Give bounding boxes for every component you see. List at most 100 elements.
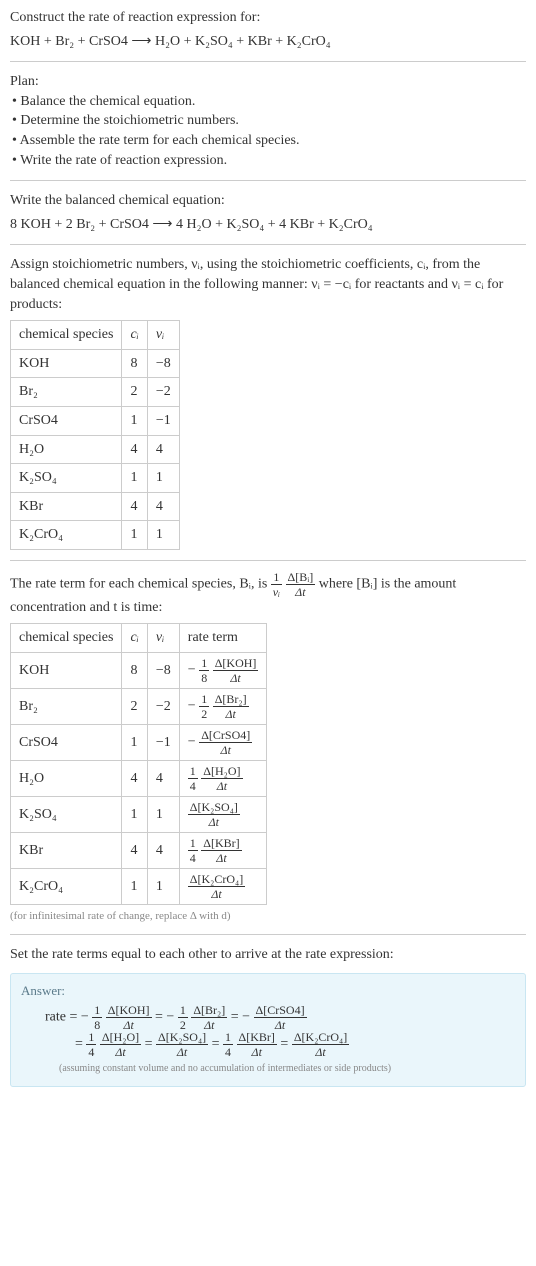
sign: − [188, 735, 196, 750]
cell-ci: 1 [122, 406, 147, 435]
rate-expression-line2: = 14 Δ[H₂O]Δt = Δ[K₂SO₄]Δt = 14 Δ[KBr]Δt… [75, 1031, 515, 1058]
cell-ci: 8 [122, 349, 147, 378]
cell-species: K₂CrO₄ [11, 521, 122, 550]
table-row: CrSO41−1 [11, 406, 180, 435]
frac-num: Δ[Bᵢ] [286, 571, 316, 585]
eq-sign: = [155, 1010, 166, 1025]
frac-den: 8 [199, 671, 209, 684]
frac-den: Δt [156, 1045, 208, 1058]
frac-num: Δ[KOH] [106, 1004, 152, 1018]
plan-heading: Plan: [10, 72, 526, 92]
cell-rate: Δ[K₂SO₄]Δt [179, 797, 267, 833]
balanced-equation: 8 KOH + 2 Br₂ + CrSO4 ⟶ 4 H₂O + K₂SO₄ + … [10, 215, 526, 235]
coef-frac: 14 [223, 1031, 233, 1058]
answer-box: Answer: rate = − 18 Δ[KOH]Δt = − 12 Δ[Br… [10, 973, 526, 1087]
plan-item: • Assemble the rate term for each chemic… [12, 131, 526, 151]
frac-num: 1 [223, 1031, 233, 1045]
frac-num: 1 [188, 765, 198, 779]
frac-num: Δ[KBr] [201, 837, 241, 851]
frac-den: 2 [199, 707, 209, 720]
cell-ci: 8 [122, 653, 147, 689]
cell-ci: 1 [122, 464, 147, 493]
table-row: Br₂ 2 −2 − 12 Δ[Br₂]Δt [11, 689, 267, 725]
delta-frac: Δ[H₂O]Δt [100, 1031, 141, 1058]
eq-sign: = [145, 1037, 156, 1052]
table-row: CrSO4 1 −1 − Δ[CrSO4]Δt [11, 725, 267, 761]
col-species: chemical species [11, 624, 122, 653]
cell-vi: −2 [147, 378, 179, 407]
delta-frac: Δ[Br₂]Δt [191, 1004, 227, 1031]
unbalanced-equation: KOH + Br₂ + CrSO4 ⟶ H₂O + K₂SO₄ + KBr + … [10, 32, 526, 52]
cell-ci: 1 [122, 797, 147, 833]
frac-num: Δ[Br₂] [213, 693, 249, 707]
frac-num: Δ[Br₂] [191, 1004, 227, 1018]
frac-num: Δ[KBr] [237, 1031, 277, 1045]
cell-rate: − 12 Δ[Br₂]Δt [179, 689, 267, 725]
frac-num: Δ[CrSO4] [254, 1004, 307, 1018]
cell-vi: 1 [147, 797, 179, 833]
cell-rate: − 18 Δ[KOH]Δt [179, 653, 267, 689]
cell-species: K₂CrO₄ [11, 869, 122, 905]
divider [10, 244, 526, 245]
rate-table: chemical species cᵢ νᵢ rate term KOH 8 −… [10, 623, 267, 905]
frac-num: Δ[K₂CrO₄] [188, 873, 245, 887]
cell-rate: Δ[K₂CrO₄]Δt [179, 869, 267, 905]
cell-species: H₂O [11, 761, 122, 797]
frac-den: Δt [237, 1045, 277, 1058]
frac-num: 1 [86, 1031, 96, 1045]
delta-frac: Δ[K₂SO₄]Δt [156, 1031, 208, 1058]
frac-den: Δt [188, 815, 240, 828]
cell-ci: 4 [122, 435, 147, 464]
coef-frac: 12 [199, 693, 209, 720]
cell-rate: 14 Δ[KBr]Δt [179, 833, 267, 869]
col-vi: νᵢ [147, 321, 179, 350]
cell-vi: 1 [147, 464, 179, 493]
frac-den: 4 [188, 779, 198, 792]
delta-frac: Δ[CrSO4]Δt [254, 1004, 307, 1031]
col-ci: cᵢ [122, 321, 147, 350]
table-header-row: chemical species cᵢ νᵢ [11, 321, 180, 350]
answer-label: Answer: [21, 982, 515, 1000]
rate-expression-line1: rate = − 18 Δ[KOH]Δt = − 12 Δ[Br₂]Δt = −… [45, 1004, 515, 1031]
cell-species: H₂O [11, 435, 122, 464]
delta-frac: Δ[H₂O]Δt [201, 765, 242, 792]
frac-den: 4 [86, 1045, 96, 1058]
delta-frac: Δ[KBr]Δt [201, 837, 241, 864]
construct-heading: Construct the rate of reaction expressio… [10, 8, 526, 28]
cell-vi: −1 [147, 725, 179, 761]
cell-rate: − Δ[CrSO4]Δt [179, 725, 267, 761]
plan-item: • Balance the chemical equation. [12, 92, 526, 112]
cell-ci: 2 [122, 378, 147, 407]
eq-sign: = [231, 1010, 242, 1025]
cell-rate: 14 Δ[H₂O]Δt [179, 761, 267, 797]
frac-den: Δt [292, 1045, 349, 1058]
table-header-row: chemical species cᵢ νᵢ rate term [11, 624, 267, 653]
table-row: KOH 8 −8 − 18 Δ[KOH]Δt [11, 653, 267, 689]
cell-vi: −1 [147, 406, 179, 435]
coef-frac: 18 [92, 1004, 102, 1031]
cell-vi: 1 [147, 869, 179, 905]
frac-num: 1 [178, 1004, 188, 1018]
frac-den: 4 [188, 851, 198, 864]
coef-frac: 14 [188, 837, 198, 864]
vi-label: νᵢ [156, 327, 164, 342]
delta-frac: Δ[CrSO4]Δt [199, 729, 252, 756]
answer-assumption-note: (assuming constant volume and no accumul… [59, 1062, 515, 1076]
table-row: KBr44 [11, 492, 180, 521]
cell-vi: 1 [147, 521, 179, 550]
frac-num: 1 [271, 571, 282, 585]
table-row: H₂O 4 4 14 Δ[H₂O]Δt [11, 761, 267, 797]
frac-one-over-vi: 1 νᵢ [271, 571, 282, 598]
table-row: K₂CrO₄ 1 1 Δ[K₂CrO₄]Δt [11, 869, 267, 905]
col-rate: rate term [179, 624, 267, 653]
rate-prefix: rate = [45, 1010, 81, 1025]
cell-vi: −2 [147, 689, 179, 725]
ci-label: cᵢ [130, 630, 138, 645]
cell-ci: 2 [122, 689, 147, 725]
col-vi: νᵢ [147, 624, 179, 653]
delta-frac: Δ[KOH]Δt [106, 1004, 152, 1031]
frac-num: Δ[CrSO4] [199, 729, 252, 743]
sign: − [188, 663, 196, 678]
term-sign: − [81, 1010, 89, 1025]
frac-num: Δ[K₂CrO₄] [292, 1031, 349, 1045]
